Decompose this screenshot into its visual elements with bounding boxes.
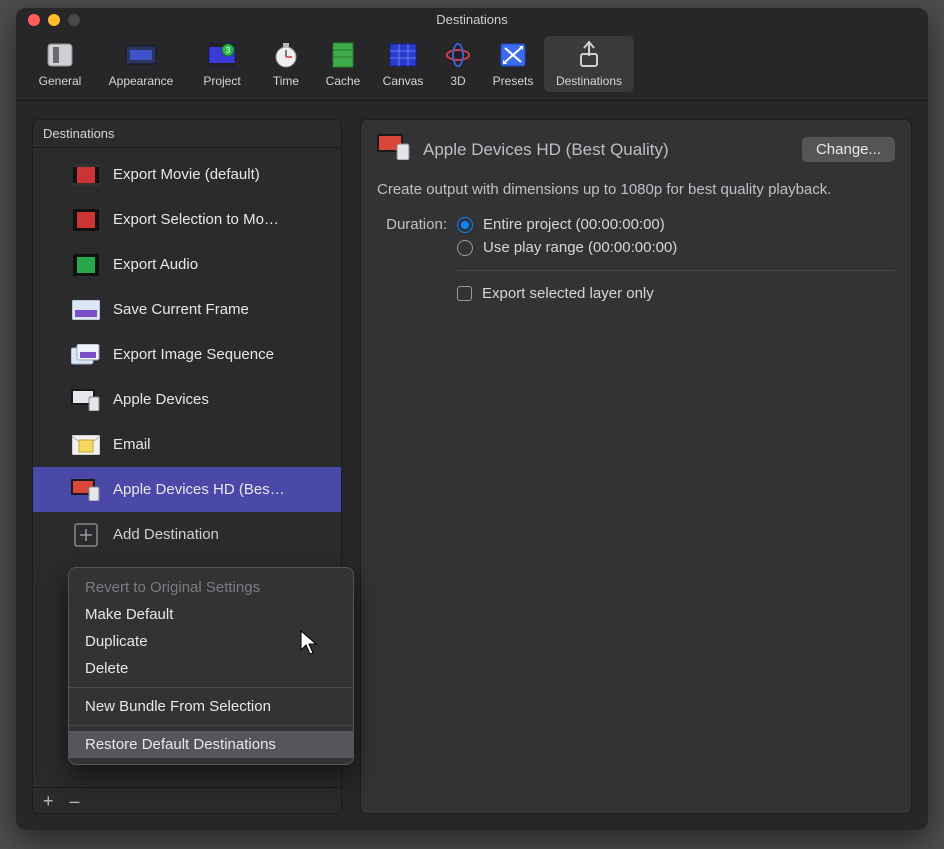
context-menu: Revert to Original Settings Make Default… — [68, 567, 354, 765]
appearance-icon — [123, 40, 159, 70]
window-title: Destinations — [436, 12, 508, 27]
change-button[interactable]: Change... — [802, 137, 895, 162]
list-item-label: Export Image Sequence — [113, 346, 274, 363]
list-item-label: Apple Devices HD (Bes… — [113, 481, 285, 498]
remove-button[interactable]: – — [70, 792, 80, 810]
radio-play-range[interactable] — [457, 240, 473, 256]
plus-box-icon — [71, 523, 101, 547]
radio-play-range-label: Use play range (00:00:00:00) — [483, 239, 677, 256]
list-item[interactable]: Save Current Frame — [33, 287, 341, 332]
cache-icon — [325, 40, 361, 70]
tab-time[interactable]: Time — [258, 36, 314, 92]
destination-title: Apple Devices HD (Best Quality) — [423, 140, 790, 160]
email-icon — [71, 433, 101, 457]
general-icon — [42, 40, 78, 70]
tab-label: Project — [203, 74, 240, 88]
sidebar-header: Destinations — [33, 120, 341, 148]
list-item-selected[interactable]: Apple Devices HD (Bes… — [33, 467, 341, 512]
tab-general[interactable]: General — [24, 36, 96, 92]
image-seq-icon — [71, 343, 101, 367]
radio-entire-project[interactable] — [457, 217, 473, 233]
destination-detail-pane: Apple Devices HD (Best Quality) Change..… — [360, 119, 912, 814]
close-window-button[interactable] — [28, 14, 40, 26]
ctx-make-default[interactable]: Make Default — [69, 601, 353, 628]
ctx-separator — [69, 687, 353, 688]
list-item[interactable]: Export Image Sequence — [33, 332, 341, 377]
minimize-window-button[interactable] — [48, 14, 60, 26]
sidebar-footer: + – — [33, 787, 341, 813]
destination-detail-icon — [377, 134, 411, 165]
list-item[interactable]: Export Selection to Mo… — [33, 197, 341, 242]
tab-label: Time — [273, 74, 299, 88]
radio-entire-project-label: Entire project (00:00:00:00) — [483, 216, 665, 233]
presets-icon — [495, 40, 531, 70]
tab-label: 3D — [450, 74, 465, 88]
tab-project[interactable]: 3 Project — [186, 36, 258, 92]
tab-cache[interactable]: Cache — [314, 36, 372, 92]
list-item[interactable]: Apple Devices — [33, 377, 341, 422]
ctx-restore-defaults[interactable]: Restore Default Destinations — [69, 731, 353, 758]
window-controls — [28, 14, 80, 26]
list-item-label: Email — [113, 436, 151, 453]
tab-3d[interactable]: 3D — [434, 36, 482, 92]
time-icon — [268, 40, 304, 70]
devices-hd-icon — [71, 478, 101, 502]
list-item-label: Save Current Frame — [113, 301, 249, 318]
project-icon: 3 — [204, 40, 240, 70]
devices-icon — [71, 388, 101, 412]
list-item-label: Export Movie (default) — [113, 166, 260, 183]
tab-presets[interactable]: Presets — [482, 36, 544, 92]
ctx-new-bundle[interactable]: New Bundle From Selection — [69, 693, 353, 720]
prefs-toolbar: General Appearance 3 Project Time Cache — [16, 30, 928, 101]
canvas-icon — [385, 40, 421, 70]
list-item-label: Add Destination — [113, 526, 219, 543]
movie-icon — [71, 208, 101, 232]
list-item[interactable]: Export Audio — [33, 242, 341, 287]
destinations-icon — [571, 40, 607, 70]
tab-label: Canvas — [383, 74, 424, 88]
destination-description: Create output with dimensions up to 1080… — [377, 179, 847, 200]
destinations-sidebar: Destinations Export Movie (default) Expo… — [32, 119, 342, 814]
list-item-label: Export Selection to Mo… — [113, 211, 279, 228]
list-item[interactable]: Export Movie (default) — [33, 152, 341, 197]
tab-label: Presets — [493, 74, 534, 88]
cursor-icon — [300, 630, 320, 656]
ctx-revert: Revert to Original Settings — [69, 574, 353, 601]
tab-label: General — [39, 74, 82, 88]
movie-icon — [71, 163, 101, 187]
duration-label: Duration: — [377, 216, 447, 233]
tab-appearance[interactable]: Appearance — [96, 36, 186, 92]
ctx-delete[interactable]: Delete — [69, 655, 353, 682]
checkbox-export-layer[interactable] — [457, 286, 472, 301]
divider — [457, 270, 895, 271]
preferences-window: Destinations General Appearance 3 Projec… — [16, 8, 928, 830]
tab-label: Destinations — [556, 74, 622, 88]
tab-label: Cache — [326, 74, 361, 88]
tab-canvas[interactable]: Canvas — [372, 36, 434, 92]
audio-icon — [71, 253, 101, 277]
svg-text:3: 3 — [226, 46, 231, 55]
add-destination-row[interactable]: Add Destination — [33, 512, 341, 557]
3d-icon — [440, 40, 476, 70]
frame-icon — [71, 298, 101, 322]
add-button[interactable]: + — [43, 792, 54, 810]
ctx-separator — [69, 725, 353, 726]
prefs-body: Destinations Export Movie (default) Expo… — [16, 101, 928, 830]
list-item[interactable]: Email — [33, 422, 341, 467]
tab-label: Appearance — [109, 74, 174, 88]
titlebar: Destinations — [16, 8, 928, 30]
zoom-window-button — [68, 14, 80, 26]
list-item-label: Export Audio — [113, 256, 198, 273]
list-item-label: Apple Devices — [113, 391, 209, 408]
tab-destinations[interactable]: Destinations — [544, 36, 634, 92]
checkbox-export-layer-label: Export selected layer only — [482, 285, 654, 302]
